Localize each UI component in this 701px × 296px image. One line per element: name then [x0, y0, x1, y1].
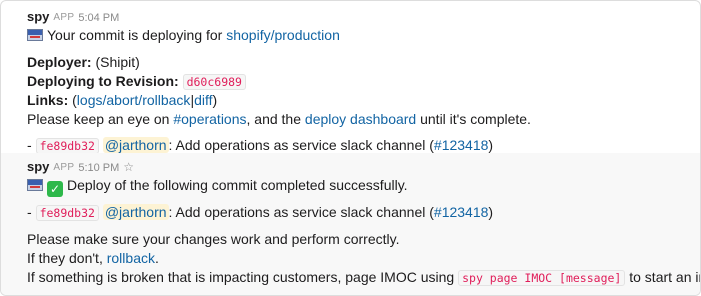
- message-deploy-completed: spy APP 5:10 PM ☆ ✓ Deploy of the following …: [1, 153, 700, 295]
- timestamp[interactable]: 5:10 PM: [78, 162, 119, 174]
- completed-headline: ✓ Deploy of the following commit complete…: [27, 175, 408, 197]
- completed-text: Deploy of the following commit completed…: [67, 177, 408, 193]
- message-deploy-started: spy APP 5:04 PM Your commit is deploying f…: [1, 1, 700, 155]
- sender-name[interactable]: spy: [27, 159, 49, 174]
- watch-suffix: until it's complete.: [416, 111, 531, 127]
- rollback-suffix: .: [154, 250, 159, 266]
- commit-text: : Add operations as service slack channe…: [168, 137, 434, 153]
- deploy-dashboard-link[interactable]: deploy dashboard: [305, 111, 416, 127]
- rollback-line: If they don't, rollback.: [27, 248, 159, 268]
- logs-link[interactable]: logs: [77, 92, 103, 108]
- watch-prefix: Please keep an eye on: [27, 111, 174, 127]
- pr-link[interactable]: #123418: [434, 137, 489, 153]
- slack-message-panel: spy APP 5:04 PM Your commit is deploying f…: [0, 0, 701, 296]
- repo-link[interactable]: shopify/production: [226, 27, 340, 43]
- links-close-paren: ): [212, 92, 218, 108]
- deployer-line: Deployer: (Shipit): [27, 52, 140, 72]
- star-icon[interactable]: ☆: [123, 160, 134, 174]
- incident-prefix: If something is broken that is impacting…: [27, 269, 459, 285]
- app-badge: APP: [53, 162, 75, 173]
- commit-line: - fe89db32 @jarthorn: Add operations as …: [27, 202, 493, 222]
- user-mention[interactable]: @jarthorn: [102, 204, 169, 220]
- links-label: Links:: [27, 92, 69, 108]
- pr-link[interactable]: #123418: [434, 204, 489, 220]
- watch-line: Please keep an eye on #operations, and t…: [27, 109, 531, 129]
- flag-icon: [27, 29, 43, 41]
- rollback-prefix: If they don't,: [27, 250, 107, 266]
- rollback-link[interactable]: rollback: [142, 92, 190, 108]
- abort-link[interactable]: abort: [106, 92, 138, 108]
- sender-name[interactable]: spy: [27, 9, 49, 24]
- user-mention[interactable]: @jarthorn: [102, 137, 169, 153]
- revision-label: Deploying to Revision:: [27, 73, 179, 89]
- message-header: spy APP 5:10 PM ☆: [27, 159, 134, 175]
- app-badge: APP: [53, 12, 75, 23]
- commit-sha[interactable]: fe89db32: [35, 138, 99, 154]
- message-header: spy APP 5:04 PM: [27, 9, 119, 25]
- rollback-link[interactable]: rollback: [107, 250, 155, 266]
- incident-line: If something is broken that is impacting…: [27, 267, 700, 287]
- revision-code: d60c6989: [182, 74, 246, 90]
- check-icon: ✓: [47, 181, 63, 197]
- deployer-label: Deployer:: [27, 54, 92, 70]
- commit-dash: -: [27, 204, 36, 220]
- commit-sha[interactable]: fe89db32: [35, 205, 99, 221]
- diff-link[interactable]: diff: [194, 92, 212, 108]
- deployer-value: (Shipit): [95, 54, 140, 70]
- commit-line: - fe89db32 @jarthorn: Add operations as …: [27, 135, 493, 155]
- incident-command: spy page IMOC [message]: [458, 270, 626, 286]
- commit-text: : Add operations as service slack channe…: [168, 204, 434, 220]
- incident-suffix: to start an incident.: [629, 269, 700, 285]
- deploy-headline: Your commit is deploying for shopify/pro…: [27, 25, 340, 45]
- headline-text: Your commit is deploying for: [47, 27, 227, 43]
- commit-close-paren: ): [488, 137, 494, 153]
- watch-middle: , and the: [246, 111, 305, 127]
- flag-icon: [27, 179, 43, 191]
- links-line: Links: (logs/abort/rollback|diff): [27, 92, 218, 108]
- commit-dash: -: [27, 137, 36, 153]
- timestamp[interactable]: 5:04 PM: [78, 12, 119, 24]
- verify-line: Please make sure your changes work and p…: [27, 231, 400, 247]
- revision-line: Deploying to Revision: d60c6989: [27, 71, 246, 91]
- operations-channel-link[interactable]: #operations: [173, 111, 246, 127]
- commit-close-paren: ): [488, 204, 494, 220]
